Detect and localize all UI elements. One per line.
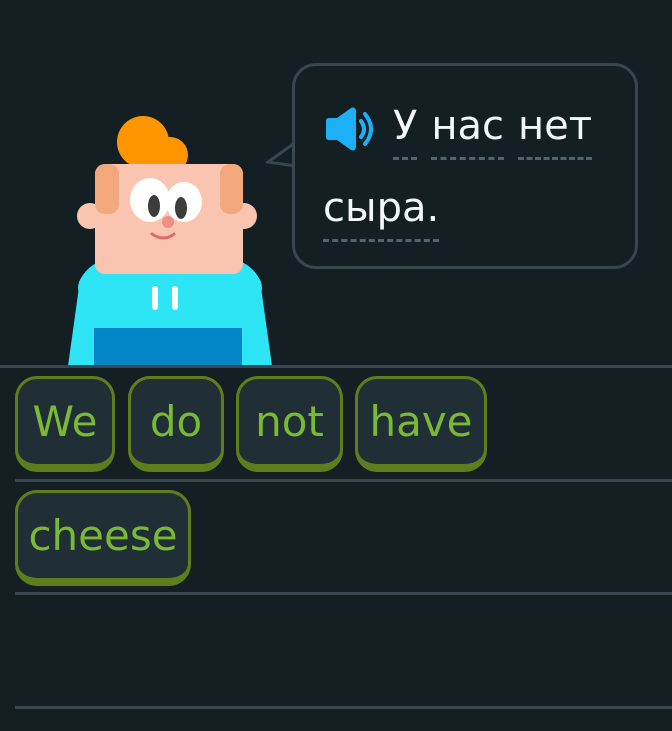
prompt-word[interactable]: сыра. [323,184,440,242]
prompt-line-1: У нас нет [323,102,593,160]
answer-tile-not[interactable]: not [236,376,343,472]
answer-line [15,592,672,595]
prompt-word[interactable]: У [393,102,418,160]
prompt-line-2: сыра. [323,184,440,242]
prompt-word[interactable]: нет [518,102,593,160]
answer-tile-have[interactable]: have [355,376,487,472]
answer-line [15,479,672,482]
answer-tile-do[interactable]: do [128,376,224,472]
prompt-word[interactable]: нас [431,102,504,160]
character-illustration [68,116,272,366]
speech-bubble: У нас нет сыра. [292,63,638,269]
answer-tile-cheese[interactable]: cheese [15,490,191,586]
speaker-icon[interactable] [323,106,373,152]
answer-line [15,706,672,709]
answer-tile-we[interactable]: We [15,376,115,472]
answer-line [0,365,672,368]
